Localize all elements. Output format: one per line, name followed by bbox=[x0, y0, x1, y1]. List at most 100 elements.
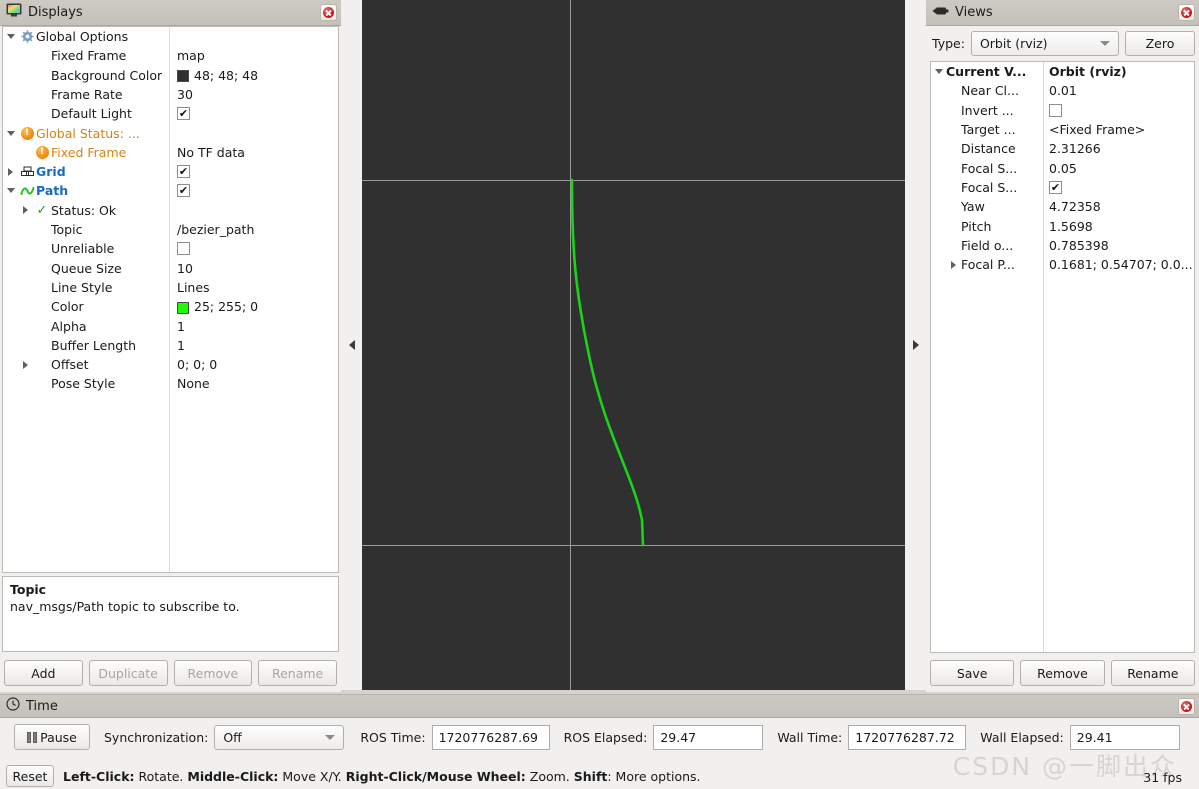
render-3d-view[interactable] bbox=[362, 0, 905, 690]
view-property-row[interactable]: Target ... <Fixed Frame> bbox=[931, 120, 1194, 139]
display-property-row[interactable]: ! Fixed Frame No TF data bbox=[3, 143, 338, 162]
warning-icon: ! bbox=[33, 145, 51, 159]
views-tree[interactable]: Current V... Orbit (rviz) Near Cl... 0.01 In… bbox=[930, 61, 1195, 653]
view-property-row[interactable]: Pitch 1.5698 bbox=[931, 216, 1194, 235]
wall-time-input[interactable]: 1720776287.72 bbox=[848, 724, 967, 750]
pause-label: Pause bbox=[40, 729, 77, 745]
view-property-row[interactable]: Focal S... ✔ bbox=[931, 178, 1194, 197]
view-property-row[interactable]: Distance 2.31266 bbox=[931, 139, 1194, 158]
views-save-button[interactable]: Save bbox=[930, 660, 1015, 686]
display-property-row[interactable]: Path ✔ bbox=[3, 181, 338, 200]
color-swatch[interactable] bbox=[177, 70, 189, 83]
property-value[interactable]: 0.785398 bbox=[1049, 238, 1109, 253]
display-property-row[interactable]: Alpha 1 bbox=[3, 316, 338, 335]
property-value-cell: ✔ bbox=[169, 107, 338, 121]
display-property-row[interactable]: Line Style Lines bbox=[3, 278, 338, 297]
view-property-row[interactable]: Focal P... 0.1681; 0.54707; 0.0... bbox=[931, 255, 1194, 274]
view-property-row[interactable]: Invert ... bbox=[931, 101, 1194, 120]
property-value[interactable]: No TF data bbox=[177, 145, 245, 160]
right-splitter-handle[interactable] bbox=[905, 0, 926, 690]
display-property-row[interactable]: Buffer Length 1 bbox=[3, 336, 338, 355]
property-value[interactable]: 1 bbox=[177, 319, 185, 334]
display-property-row[interactable]: Pose Style None bbox=[3, 374, 338, 393]
property-value[interactable]: None bbox=[177, 376, 210, 391]
property-value[interactable]: 1 bbox=[177, 338, 185, 353]
property-value[interactable]: 25; 255; 0 bbox=[177, 299, 258, 314]
tree-expand-arrow[interactable] bbox=[18, 206, 33, 215]
view-property-row[interactable]: Focal S... 0.05 bbox=[931, 158, 1194, 177]
checkbox-unchecked[interactable] bbox=[177, 242, 190, 256]
view-property-row[interactable]: Field o... 0.785398 bbox=[931, 236, 1194, 255]
display-property-row[interactable]: Color 25; 255; 0 bbox=[3, 297, 338, 316]
tree-expand-arrow[interactable] bbox=[3, 130, 18, 136]
zero-button[interactable]: Zero bbox=[1124, 31, 1195, 56]
display-property-row[interactable]: ✓ Status: Ok bbox=[3, 201, 338, 220]
left-splitter-handle[interactable] bbox=[341, 0, 362, 690]
display-property-row[interactable]: Background Color 48; 48; 48 bbox=[3, 66, 338, 85]
sync-select[interactable]: Off bbox=[214, 724, 345, 750]
display-property-row[interactable]: Default Light ✔ bbox=[3, 104, 338, 123]
tree-expand-arrow[interactable] bbox=[3, 188, 18, 194]
property-value-cell: 0.01 bbox=[1043, 83, 1194, 98]
wall-elapsed-input[interactable]: 29.41 bbox=[1069, 724, 1180, 750]
tree-expand-arrow[interactable] bbox=[931, 69, 946, 75]
view-property-row[interactable]: Near Cl... 0.01 bbox=[931, 81, 1194, 100]
displays-add-button[interactable]: Add bbox=[4, 660, 83, 686]
checkbox-unchecked[interactable] bbox=[1049, 103, 1062, 117]
property-value[interactable]: 0; 0; 0 bbox=[177, 357, 217, 372]
views-close-button[interactable] bbox=[1178, 4, 1195, 21]
tree-expand-arrow[interactable] bbox=[3, 34, 18, 40]
property-value[interactable]: 0.05 bbox=[1049, 161, 1077, 176]
property-value[interactable]: 1.5698 bbox=[1049, 219, 1093, 234]
tree-expand-arrow[interactable] bbox=[946, 260, 961, 269]
display-property-row[interactable]: Global Options bbox=[3, 27, 338, 46]
property-value[interactable]: 2.31266 bbox=[1049, 141, 1101, 156]
pause-button[interactable]: Pause bbox=[14, 724, 90, 750]
mouse-hint-text: Left-Click: Rotate. Middle-Click: Move X… bbox=[63, 769, 701, 784]
views-remove-button[interactable]: Remove bbox=[1020, 660, 1105, 686]
property-value[interactable]: 48; 48; 48 bbox=[177, 68, 258, 83]
property-name-cell: Background Color bbox=[3, 68, 169, 83]
displays-tree[interactable]: Global Options Fixed Frame map Background C… bbox=[2, 25, 339, 574]
display-property-row[interactable]: Topic/bezier_path bbox=[3, 220, 338, 239]
display-property-row[interactable]: Queue Size 10 bbox=[3, 259, 338, 278]
checkbox-checked[interactable]: ✔ bbox=[177, 107, 190, 121]
checkbox-checked[interactable]: ✔ bbox=[177, 184, 190, 198]
property-value[interactable]: 0.1681; 0.54707; 0.0... bbox=[1049, 257, 1193, 272]
property-value[interactable]: 0.01 bbox=[1049, 83, 1077, 98]
display-property-row[interactable]: Grid ✔ bbox=[3, 162, 338, 181]
time-close-button[interactable] bbox=[1178, 697, 1195, 715]
view-property-row[interactable]: Current V... Orbit (rviz) bbox=[931, 62, 1194, 81]
ros-time-input[interactable]: 1720776287.69 bbox=[431, 724, 550, 750]
views-rename-button[interactable]: Rename bbox=[1110, 660, 1195, 686]
property-value[interactable]: 30 bbox=[177, 87, 193, 102]
view-property-row[interactable]: Yaw 4.72358 bbox=[931, 197, 1194, 216]
property-value[interactable]: 10 bbox=[177, 261, 193, 276]
display-property-row[interactable]: Fixed Frame map bbox=[3, 46, 338, 65]
color-swatch[interactable] bbox=[177, 301, 189, 314]
display-property-row[interactable]: Offset 0; 0; 0 bbox=[3, 355, 338, 374]
property-name-cell: Field o... bbox=[931, 238, 1043, 253]
checkbox-checked[interactable]: ✔ bbox=[1049, 180, 1062, 194]
time-panel: Time Pause Synchronization: Off ROS Time… bbox=[0, 694, 1199, 789]
property-value-cell bbox=[1043, 103, 1194, 117]
ros-elapsed-input[interactable]: 29.47 bbox=[653, 724, 764, 750]
tree-expand-arrow[interactable] bbox=[3, 167, 18, 176]
view-type-select[interactable]: Orbit (rviz) bbox=[970, 31, 1119, 56]
checkbox-checked[interactable]: ✔ bbox=[177, 165, 190, 179]
hint-segment: Move X/Y. bbox=[278, 768, 346, 784]
property-value[interactable]: /bezier_path bbox=[177, 222, 254, 237]
property-label: Color bbox=[51, 299, 84, 315]
property-value[interactable]: 4.72358 bbox=[1049, 199, 1101, 214]
display-property-row[interactable]: Unreliable bbox=[3, 239, 338, 258]
reset-button[interactable]: Reset bbox=[6, 765, 54, 787]
display-property-row[interactable]: Frame Rate 30 bbox=[3, 85, 338, 104]
property-value[interactable]: Orbit (rviz) bbox=[1049, 64, 1127, 79]
property-value[interactable]: map bbox=[177, 48, 205, 63]
tree-expand-arrow[interactable] bbox=[18, 360, 33, 369]
displays-close-button[interactable] bbox=[320, 3, 337, 21]
property-value[interactable]: Lines bbox=[177, 280, 210, 295]
property-name-cell: Frame Rate bbox=[3, 87, 169, 102]
property-value[interactable]: <Fixed Frame> bbox=[1049, 122, 1145, 137]
display-property-row[interactable]: ! Global Status: ... bbox=[3, 123, 338, 142]
